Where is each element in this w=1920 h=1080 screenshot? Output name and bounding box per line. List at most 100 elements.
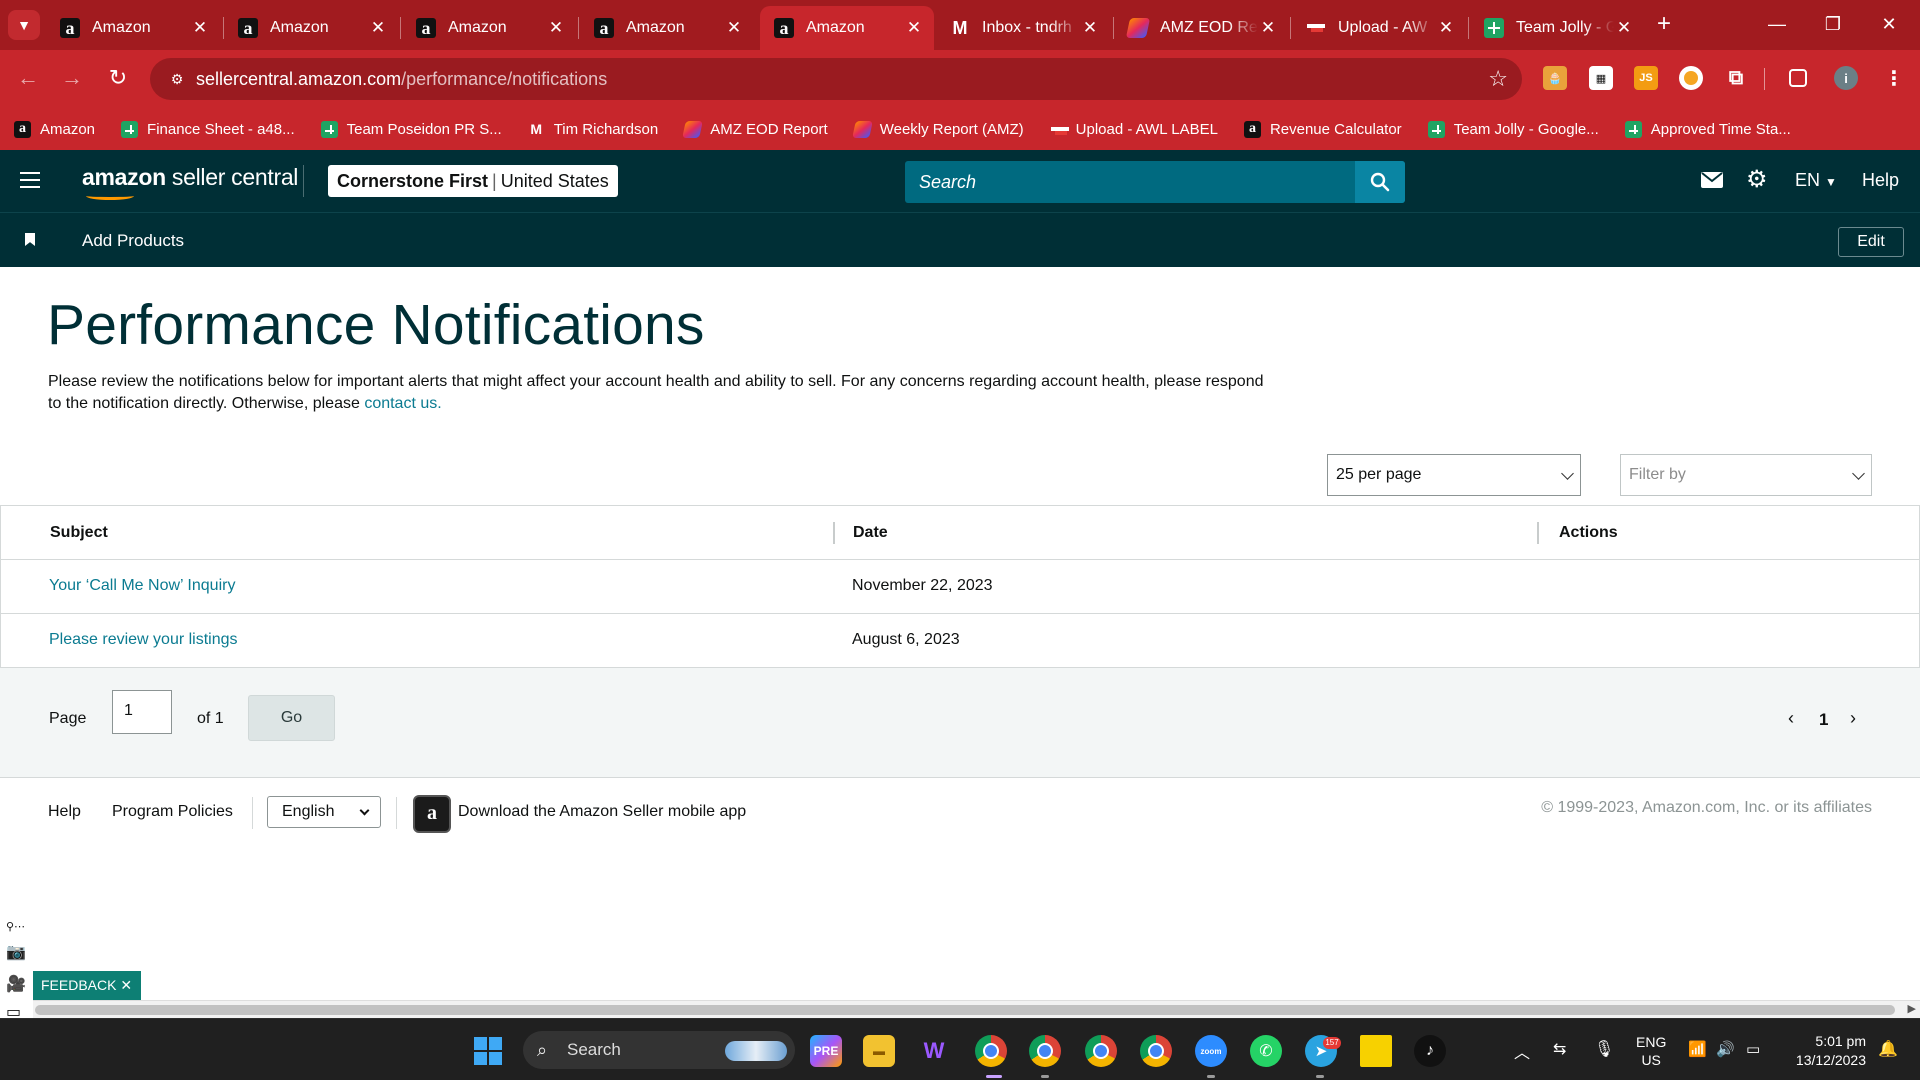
chevron-left-icon[interactable]: ‹ bbox=[1788, 708, 1794, 729]
program-policies-link[interactable]: Program Policies bbox=[112, 803, 233, 821]
kebab-menu-icon[interactable]: ⋮ bbox=[1882, 66, 1906, 90]
bookmark-item[interactable]: Weekly Report (AMZ) bbox=[851, 120, 1024, 138]
battery-icon[interactable]: ▭ bbox=[1746, 1040, 1760, 1058]
feedback-button[interactable]: FEEDBACK ✕ bbox=[33, 971, 141, 1000]
gear-icon[interactable]: ⚙ bbox=[1746, 164, 1768, 196]
minimize-button[interactable]: — bbox=[1754, 8, 1800, 40]
zoom-icon[interactable]: zoom bbox=[1195, 1035, 1227, 1067]
bookmark-item[interactable]: Finance Sheet - a48... bbox=[121, 120, 295, 138]
extension-icon[interactable]: 🧁 bbox=[1543, 66, 1567, 90]
notification-bell-icon[interactable]: 🔔 bbox=[1878, 1039, 1898, 1059]
close-icon[interactable]: ✕ bbox=[1258, 18, 1278, 38]
site-info-icon[interactable]: ⚙ bbox=[160, 71, 194, 88]
puzzle-icon[interactable]: ⧉ bbox=[1724, 66, 1748, 90]
chrome-profile-icon[interactable] bbox=[1085, 1035, 1117, 1067]
seller-search[interactable]: Search bbox=[905, 161, 1405, 203]
close-icon[interactable]: ✕ bbox=[724, 18, 744, 38]
page-number-input[interactable]: 1 bbox=[112, 690, 172, 734]
side-panel-icon[interactable] bbox=[1789, 69, 1807, 87]
edit-button[interactable]: Edit bbox=[1838, 227, 1904, 257]
chrome-icon[interactable] bbox=[975, 1035, 1007, 1067]
bookmark-item[interactable]: Team Jolly - Google... bbox=[1427, 120, 1599, 138]
browser-tab[interactable]: Upload - AW ✕ bbox=[1292, 6, 1466, 50]
close-window-button[interactable]: ✕ bbox=[1866, 8, 1912, 40]
file-explorer-icon[interactable]: ▬ bbox=[863, 1035, 895, 1067]
language-selector[interactable]: EN ▼ bbox=[1795, 164, 1837, 198]
bookmark-item[interactable]: AMZ EOD Report bbox=[682, 120, 828, 138]
scroll-right-icon[interactable]: ▶ bbox=[1908, 1002, 1916, 1015]
copilot-icon[interactable]: PRE bbox=[810, 1035, 842, 1067]
search-input[interactable]: Search bbox=[905, 161, 1355, 203]
tab-search-button[interactable]: ▼ bbox=[8, 10, 40, 40]
go-button[interactable]: Go bbox=[248, 695, 335, 741]
notification-subject-link[interactable]: Please review your listings bbox=[49, 631, 238, 649]
footer-language-select[interactable]: English bbox=[267, 796, 381, 828]
search-button[interactable] bbox=[1355, 161, 1405, 203]
browser-tab[interactable]: a Amazon ✕ bbox=[580, 6, 754, 50]
bookmark-item[interactable]: a Revenue Calculator bbox=[1243, 120, 1402, 138]
bookmark-item[interactable]: Approved Time Sta... bbox=[1624, 120, 1791, 138]
current-page[interactable]: 1 bbox=[1819, 710, 1828, 730]
seller-central-logo[interactable]: amazon seller central bbox=[82, 164, 298, 191]
chrome-profile-icon[interactable] bbox=[1140, 1035, 1172, 1067]
whatsapp-icon[interactable]: ✆ bbox=[1250, 1035, 1282, 1067]
notification-subject-link[interactable]: Your ‘Call Me Now’ Inquiry bbox=[49, 577, 235, 595]
taskbar-search[interactable]: ⌕ Search bbox=[523, 1031, 795, 1069]
horizontal-scrollbar[interactable]: ▶ bbox=[33, 1000, 1920, 1018]
account-switcher[interactable]: Cornerstone First | United States bbox=[328, 165, 618, 197]
js-extension-icon[interactable]: JS bbox=[1634, 66, 1658, 90]
column-date[interactable]: Date bbox=[853, 524, 888, 542]
chevron-up-icon[interactable]: ︿ bbox=[1514, 1039, 1530, 1063]
close-icon[interactable]: ✕ bbox=[1080, 18, 1100, 38]
browser-tab[interactable]: a Amazon ✕ bbox=[46, 6, 220, 50]
microphone-icon[interactable]: 🎙 bbox=[1594, 1039, 1614, 1059]
help-link[interactable]: Help bbox=[1862, 164, 1899, 196]
bookmark-item[interactable]: Upload - AWL LABEL bbox=[1050, 121, 1218, 138]
camera-icon[interactable]: 📷 bbox=[6, 942, 26, 962]
browser-tab-active[interactable]: a Amazon ✕ bbox=[760, 6, 934, 50]
sticky-notes-icon[interactable] bbox=[1360, 1035, 1392, 1067]
w-app-icon[interactable]: W bbox=[918, 1035, 950, 1067]
browser-tab[interactable]: a Amazon ✕ bbox=[402, 6, 576, 50]
wifi-icon[interactable]: 📶 bbox=[1688, 1040, 1707, 1058]
profile-avatar[interactable]: i bbox=[1834, 66, 1858, 90]
column-subject[interactable]: Subject bbox=[50, 524, 108, 542]
mail-icon[interactable] bbox=[1701, 164, 1725, 198]
reload-button[interactable]: ↻ bbox=[102, 62, 134, 94]
footer-help-link[interactable]: Help bbox=[48, 803, 81, 821]
clock[interactable]: 5:01 pm 13/12/2023 bbox=[1788, 1032, 1866, 1070]
browser-tab[interactable]: AMZ EOD Re ✕ bbox=[1114, 6, 1288, 50]
tiktok-icon[interactable]: ♪ bbox=[1414, 1035, 1446, 1067]
color-picker-icon[interactable] bbox=[1679, 66, 1703, 90]
new-tab-button[interactable]: + bbox=[1650, 10, 1678, 38]
add-products-link[interactable]: Add Products bbox=[82, 231, 184, 251]
per-page-select[interactable]: 25 per page bbox=[1327, 454, 1581, 496]
contact-us-link[interactable]: contact us. bbox=[364, 395, 441, 412]
close-icon[interactable]: ✕ bbox=[1436, 18, 1456, 38]
volume-icon[interactable]: 🔊 bbox=[1716, 1040, 1735, 1058]
input-language[interactable]: ENG US bbox=[1636, 1033, 1666, 1069]
browser-tab[interactable]: a Amazon ✕ bbox=[224, 6, 398, 50]
qr-code-icon[interactable]: ▦ bbox=[1589, 66, 1613, 90]
browser-tab[interactable]: M Inbox - tndrh ✕ bbox=[936, 6, 1110, 50]
more-icon[interactable]: ⚲⋯ bbox=[6, 920, 25, 933]
bookmark-item[interactable]: a Amazon bbox=[14, 120, 95, 138]
settings-sliders-icon[interactable]: ⇆ bbox=[1553, 1039, 1566, 1059]
close-icon[interactable]: ✕ bbox=[1614, 18, 1634, 38]
bookmark-item[interactable]: M Tim Richardson bbox=[528, 121, 658, 138]
filter-select[interactable]: Filter by bbox=[1620, 454, 1872, 496]
download-app-link[interactable]: Download the Amazon Seller mobile app bbox=[458, 803, 746, 821]
seller-app-icon[interactable]: a bbox=[413, 795, 451, 833]
close-icon[interactable]: ✕ bbox=[546, 18, 566, 38]
chevron-right-icon[interactable]: › bbox=[1850, 708, 1856, 729]
forward-button[interactable]: → bbox=[56, 62, 88, 94]
bookmark-star-icon[interactable]: ☆ bbox=[1488, 66, 1508, 92]
browser-tab[interactable]: Team Jolly - G ✕ bbox=[1470, 6, 1644, 50]
close-icon[interactable]: ✕ bbox=[904, 18, 924, 38]
close-icon[interactable]: ✕ bbox=[190, 18, 210, 38]
windows-start-icon[interactable] bbox=[474, 1037, 502, 1065]
bookmark-item[interactable]: Team Poseidon PR S... bbox=[320, 120, 502, 138]
back-button[interactable]: ← bbox=[12, 62, 44, 94]
scrollbar-thumb[interactable] bbox=[35, 1005, 1895, 1015]
video-icon[interactable]: 🎥 bbox=[6, 974, 26, 994]
